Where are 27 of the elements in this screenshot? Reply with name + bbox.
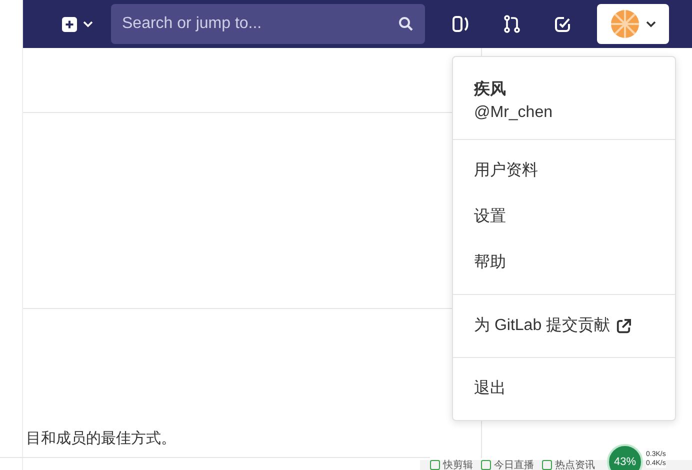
sidebar-panel-icon (452, 15, 470, 33)
bookmark-link[interactable]: 热点资讯 (555, 460, 595, 470)
cpu-usage-badge: 43% (607, 444, 643, 470)
merge-request-icon (504, 15, 520, 33)
plus-square-icon (62, 16, 77, 32)
avatar-icon (610, 9, 640, 39)
username: @Mr_chen (474, 103, 554, 123)
app-icon (481, 460, 491, 470)
menu-item[interactable]: 退出 (453, 366, 675, 412)
menu-item[interactable]: 为 GitLab 提交贡献 (453, 303, 675, 349)
page-text: 目和成员的最佳方式。 (26, 429, 176, 449)
checkbox-check-icon (555, 16, 571, 32)
user-display-name: 疾风 (474, 79, 507, 100)
bookmark-link[interactable]: 今日直播 (494, 460, 534, 470)
menu-item[interactable]: 用户资料 (453, 148, 675, 194)
app-icon (542, 460, 552, 470)
menu-item[interactable]: 设置 (453, 194, 675, 240)
search-field[interactable]: Search or jump to... (111, 4, 425, 44)
new-menu-button[interactable] (62, 16, 93, 32)
chevron-down-icon (646, 20, 656, 28)
external-link-icon (616, 318, 632, 334)
search-icon (398, 16, 414, 32)
bookmark-link[interactable]: 快剪辑 (443, 460, 473, 470)
menu-item[interactable]: 帮助 (453, 240, 675, 286)
search-input[interactable]: Search or jump to... (122, 12, 398, 36)
chevron-down-icon (83, 20, 93, 28)
app-icon (430, 460, 440, 470)
